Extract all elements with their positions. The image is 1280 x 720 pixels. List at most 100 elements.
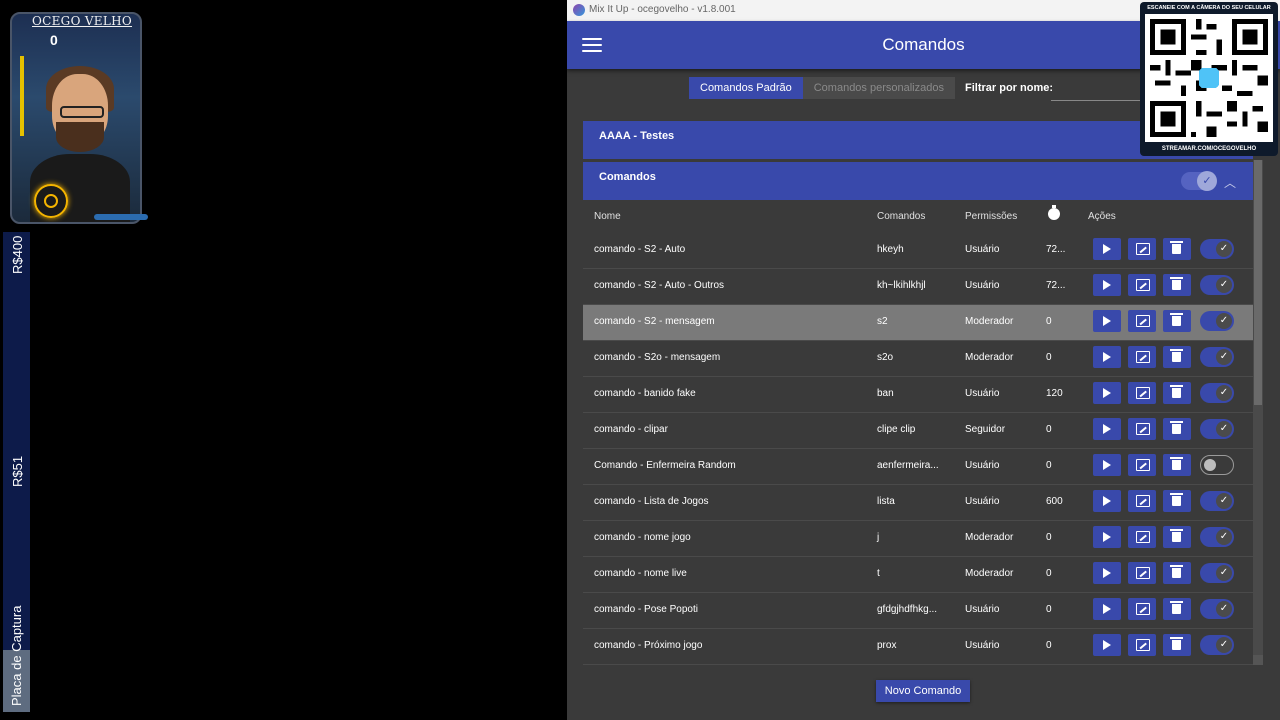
edit-command-button[interactable] bbox=[1128, 238, 1156, 260]
command-enable-toggle[interactable]: ✓ bbox=[1200, 383, 1234, 403]
test-command-button[interactable] bbox=[1093, 598, 1121, 620]
toggle-knob bbox=[1204, 459, 1216, 471]
trash-icon bbox=[1170, 637, 1183, 650]
command-trigger: clipe clip bbox=[877, 424, 916, 435]
table-row[interactable]: comando - S2 - mensagem s2 Moderador 0 ✓ bbox=[583, 305, 1253, 341]
test-command-button[interactable] bbox=[1093, 274, 1121, 296]
avatar-glasses bbox=[60, 106, 104, 118]
command-name: comando - S2 - mensagem bbox=[594, 316, 715, 327]
scroll-down-button[interactable] bbox=[1253, 655, 1263, 665]
command-enable-toggle[interactable]: ✓ bbox=[1200, 311, 1234, 331]
trash-icon bbox=[1170, 457, 1183, 470]
edit-icon bbox=[1136, 639, 1150, 651]
edit-command-button[interactable] bbox=[1128, 634, 1156, 656]
check-icon: ✓ bbox=[1216, 565, 1232, 581]
table-row[interactable]: Comando - Enfermeira Random aenfermeira..… bbox=[583, 449, 1253, 485]
play-icon bbox=[1103, 532, 1111, 542]
test-command-button[interactable] bbox=[1093, 490, 1121, 512]
group-enable-toggle[interactable]: ✓ bbox=[1181, 171, 1217, 191]
check-icon: ✓ bbox=[1216, 241, 1232, 257]
test-command-button[interactable] bbox=[1093, 346, 1121, 368]
command-enable-toggle[interactable]: ✓ bbox=[1200, 635, 1234, 655]
chevron-up-icon[interactable]: ︿ bbox=[1224, 174, 1236, 191]
edit-command-button[interactable] bbox=[1128, 598, 1156, 620]
delete-command-button[interactable] bbox=[1163, 274, 1191, 296]
command-enable-toggle[interactable]: ✓ bbox=[1200, 491, 1234, 511]
test-command-button[interactable] bbox=[1093, 526, 1121, 548]
test-command-button[interactable] bbox=[1093, 382, 1121, 404]
qr-code-image bbox=[1145, 14, 1273, 142]
command-permission: Moderador bbox=[965, 532, 1014, 543]
play-icon bbox=[1103, 316, 1111, 326]
tab-default-commands[interactable]: Comandos Padrão bbox=[689, 77, 803, 99]
edit-command-button[interactable] bbox=[1128, 310, 1156, 332]
group-header-comandos[interactable]: Comandos ✓ ︿ bbox=[583, 162, 1253, 200]
header-commands: Comandos bbox=[877, 211, 926, 222]
table-row[interactable]: comando - clipar clipe clip Seguidor 0 ✓ bbox=[583, 413, 1253, 449]
delete-command-button[interactable] bbox=[1163, 418, 1191, 440]
table-scrollbar[interactable] bbox=[1253, 160, 1263, 665]
delete-command-button[interactable] bbox=[1163, 454, 1191, 476]
command-enable-toggle[interactable] bbox=[1200, 455, 1234, 475]
command-enable-toggle[interactable]: ✓ bbox=[1200, 239, 1234, 259]
delete-command-button[interactable] bbox=[1163, 310, 1191, 332]
table-row[interactable]: comando - S2 - Auto hkeyh Usuário 72... ✓ bbox=[583, 233, 1253, 269]
trash-icon bbox=[1170, 421, 1183, 434]
tab-custom-commands[interactable]: Comandos personalizados bbox=[802, 77, 955, 99]
delete-command-button[interactable] bbox=[1163, 238, 1191, 260]
delete-command-button[interactable] bbox=[1163, 562, 1191, 584]
command-enable-toggle[interactable]: ✓ bbox=[1200, 275, 1234, 295]
delete-command-button[interactable] bbox=[1163, 598, 1191, 620]
table-row[interactable]: comando - S2o - mensagem s2o Moderador 0 ✓ bbox=[583, 341, 1253, 377]
edit-command-button[interactable] bbox=[1128, 526, 1156, 548]
command-enable-toggle[interactable]: ✓ bbox=[1200, 563, 1234, 583]
command-enable-toggle[interactable]: ✓ bbox=[1200, 527, 1234, 547]
edit-icon bbox=[1136, 387, 1150, 399]
delete-command-button[interactable] bbox=[1163, 490, 1191, 512]
new-command-button[interactable]: Novo Comando bbox=[876, 680, 970, 702]
edit-icon bbox=[1136, 495, 1150, 507]
test-command-button[interactable] bbox=[1093, 562, 1121, 584]
edit-command-button[interactable] bbox=[1128, 490, 1156, 512]
delete-command-button[interactable] bbox=[1163, 526, 1191, 548]
command-cooldown: 0 bbox=[1046, 640, 1052, 651]
command-permission: Usuário bbox=[965, 460, 1000, 471]
test-command-button[interactable] bbox=[1093, 310, 1121, 332]
edit-command-button[interactable] bbox=[1128, 382, 1156, 404]
command-enable-toggle[interactable]: ✓ bbox=[1200, 347, 1234, 367]
delete-command-button[interactable] bbox=[1163, 634, 1191, 656]
delete-command-button[interactable] bbox=[1163, 382, 1191, 404]
command-trigger: hkeyh bbox=[877, 244, 904, 255]
command-enable-toggle[interactable]: ✓ bbox=[1200, 599, 1234, 619]
command-trigger: s2 bbox=[877, 316, 888, 327]
scrollbar-thumb[interactable] bbox=[1254, 160, 1262, 405]
command-trigger: ban bbox=[877, 388, 894, 399]
filter-label: Filtrar por nome: bbox=[965, 82, 1054, 94]
edit-icon bbox=[1136, 459, 1150, 471]
test-command-button[interactable] bbox=[1093, 238, 1121, 260]
test-command-button[interactable] bbox=[1093, 418, 1121, 440]
command-enable-toggle[interactable]: ✓ bbox=[1200, 419, 1234, 439]
trash-icon bbox=[1170, 565, 1183, 578]
table-row[interactable]: comando - nome live t Moderador 0 ✓ bbox=[583, 557, 1253, 593]
command-cooldown: 0 bbox=[1046, 424, 1052, 435]
edit-command-button[interactable] bbox=[1128, 454, 1156, 476]
check-icon: ✓ bbox=[1216, 493, 1232, 509]
table-row[interactable]: comando - banido fake ban Usuário 120 ✓ bbox=[583, 377, 1253, 413]
test-command-button[interactable] bbox=[1093, 634, 1121, 656]
edit-command-button[interactable] bbox=[1128, 562, 1156, 584]
edit-command-button[interactable] bbox=[1128, 346, 1156, 368]
table-row[interactable]: comando - Lista de Jogos lista Usuário 600 ✓ bbox=[583, 485, 1253, 521]
command-permission: Usuário bbox=[965, 388, 1000, 399]
delete-command-button[interactable] bbox=[1163, 346, 1191, 368]
command-name: comando - S2 - Auto bbox=[594, 244, 686, 255]
check-icon: ✓ bbox=[1197, 171, 1217, 191]
test-command-button[interactable] bbox=[1093, 454, 1121, 476]
table-row[interactable]: comando - Próximo jogo prox Usuário 0 ✓ bbox=[583, 629, 1253, 665]
table-row[interactable]: comando - nome jogo j Moderador 0 ✓ bbox=[583, 521, 1253, 557]
table-row[interactable]: comando - S2 - Auto - Outros kh~lkihlkhjl… bbox=[583, 269, 1253, 305]
command-name: comando - clipar bbox=[594, 424, 668, 435]
table-row[interactable]: comando - Pose Popoti gfdgjhdfhkg... Usuár… bbox=[583, 593, 1253, 629]
edit-command-button[interactable] bbox=[1128, 418, 1156, 440]
edit-command-button[interactable] bbox=[1128, 274, 1156, 296]
